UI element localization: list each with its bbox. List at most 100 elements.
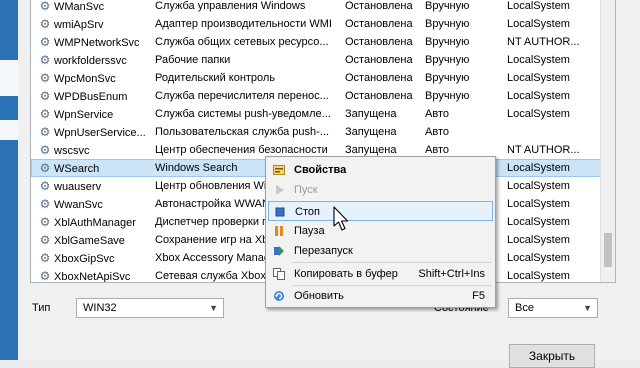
play-icon — [276, 185, 284, 195]
menu-item-properties[interactable]: Свойства — [268, 160, 493, 180]
cell-name: ⚙ XblGameSave — [39, 231, 147, 249]
cell-start: Вручную — [419, 0, 505, 15]
cell-text: workfolderssvc — [54, 55, 127, 67]
cell-name: ⚙ wscsvc — [39, 141, 147, 159]
gear-icon: ⚙ — [39, 161, 51, 175]
gear-icon: ⚙ — [39, 233, 51, 247]
table-row[interactable]: ⚙ WManSvc Служба управления Windows Останов… — [31, 0, 615, 15]
cell-text: LocalSystem — [507, 198, 570, 210]
table-row[interactable]: ⚙ WpcMonSvc Родительский контроль Остановле… — [31, 69, 615, 87]
cell-text: Рабочие папки — [155, 54, 231, 66]
cell-text: WMPNetworkSvc — [54, 37, 140, 49]
cell-account: LocalSystem — [501, 195, 603, 213]
cell-name: ⚙ WwanSvc — [39, 195, 147, 213]
state-select-value: Все — [515, 302, 534, 314]
properties-icon — [273, 165, 285, 175]
cell-start: Вручную — [419, 87, 505, 105]
cell-text: Диспетчер проверки п — [155, 216, 268, 228]
mouse-cursor-icon — [333, 206, 349, 231]
refresh-shortcut: F5 — [472, 290, 485, 302]
cell-text: Сохранение игр на Xb — [155, 234, 269, 246]
cell-desc: Родительский контроль — [149, 69, 341, 87]
cell-text: Запущена — [345, 144, 397, 156]
restart-icon — [274, 246, 284, 256]
type-select[interactable]: WIN32 ▼ — [76, 298, 224, 318]
cell-text: WwanSvc — [54, 199, 103, 211]
cell-text: Вручную — [425, 54, 470, 66]
cell-text: Родительский контроль — [155, 72, 276, 84]
copy-icon — [273, 268, 285, 280]
cell-account: LocalSystem — [501, 159, 603, 177]
cell-text: WpcMonSvc — [54, 73, 116, 85]
cell-text: Остановлена — [345, 0, 413, 12]
cell-text: WManSvc — [54, 1, 105, 13]
cell-text: Остановлена — [345, 72, 413, 84]
cell-text: Авто — [425, 108, 449, 120]
cell-text: Центр обеспечения безопасности — [155, 144, 328, 156]
cell-desc: Адаптер производительности WMI — [149, 15, 341, 33]
cell-desc: Служба перечислителя перенос... — [149, 87, 341, 105]
gear-icon: ⚙ — [39, 125, 51, 139]
cell-text: Вручную — [425, 0, 470, 12]
table-row[interactable]: ⚙ WpnService Служба системы push-уведомле.… — [31, 105, 615, 123]
cell-state: Остановлена — [339, 0, 423, 15]
cell-text: LocalSystem — [507, 234, 570, 246]
pause-icon — [275, 226, 283, 236]
cell-desc: Пользовательская служба push-... — [149, 123, 341, 141]
cell-account: LocalSystem — [501, 249, 603, 267]
vertical-scrollbar[interactable] — [600, 0, 615, 282]
menu-item-stop[interactable]: Стоп — [268, 201, 493, 221]
cell-account: LocalSystem — [501, 267, 603, 282]
cell-account: LocalSystem — [501, 0, 603, 15]
cell-text: Windows Search — [155, 162, 238, 174]
cell-text: WPDBusEnum — [54, 91, 128, 103]
cell-name: ⚙ WpnService — [39, 105, 147, 123]
gear-icon: ⚙ — [39, 197, 51, 211]
type-label: Тип — [32, 302, 51, 314]
table-row[interactable]: ⚙ workfolderssvc Рабочие папки Остановлена В… — [31, 51, 615, 69]
cell-name: ⚙ WManSvc — [39, 0, 147, 15]
cell-text: Остановлена — [345, 18, 413, 30]
table-row[interactable]: ⚙ wmiApSrv Адаптер производительности WMI О… — [31, 15, 615, 33]
state-select[interactable]: Все ▼ — [508, 298, 598, 318]
cell-text: Адаптер производительности WMI — [155, 18, 332, 30]
cell-state: Остановлена — [339, 15, 423, 33]
cell-desc: Служба системы push-уведомле... — [149, 105, 341, 123]
cell-account: LocalSystem — [501, 51, 603, 69]
cell-start: Вручную — [419, 51, 505, 69]
gear-icon: ⚙ — [39, 71, 51, 85]
table-row[interactable]: ⚙ WMPNetworkSvc Служба общих сетевых ресур… — [31, 33, 615, 51]
menu-item-restart[interactable]: Перезапуск — [268, 241, 493, 261]
cell-start: Вручную — [419, 33, 505, 51]
menu-item-refresh[interactable]: Обновить F5 — [268, 286, 493, 306]
cell-text: WpnUserService... — [54, 127, 146, 139]
cell-name: ⚙ WpcMonSvc — [39, 69, 147, 87]
cell-text: NT AUTHOR... — [507, 144, 580, 156]
cell-start: Вручную — [419, 69, 505, 87]
copy-shortcut: Shift+Ctrl+Ins — [418, 268, 485, 280]
table-row[interactable]: ⚙ WPDBusEnum Служба перечислителя перенос.… — [31, 87, 615, 105]
cell-account: NT AUTHOR... — [501, 33, 603, 51]
close-button[interactable]: Закрыть — [509, 344, 595, 368]
gear-icon: ⚙ — [39, 107, 51, 121]
cell-text: Остановлена — [345, 36, 413, 48]
cell-text: Вручную — [425, 90, 470, 102]
scrollbar-thumb[interactable] — [604, 233, 612, 267]
cell-start: Вручную — [419, 15, 505, 33]
menu-separator — [292, 262, 492, 263]
cell-text: XboxNetApiSvc — [54, 271, 131, 283]
type-select-value: WIN32 — [83, 302, 117, 314]
menu-item-copy[interactable]: Копировать в буфер Shift+Ctrl+Ins — [268, 264, 493, 284]
cell-state: Остановлена — [339, 69, 423, 87]
gear-icon: ⚙ — [39, 143, 51, 157]
menu-item-pause[interactable]: Пауза — [268, 221, 493, 241]
cell-text: Автонастройка WWAN — [155, 198, 270, 210]
cell-text: LocalSystem — [507, 162, 570, 174]
cell-text: LocalSystem — [507, 216, 570, 228]
cell-text: Запущена — [345, 126, 397, 138]
cell-text: Сетевая служба Xbox L — [155, 270, 276, 282]
cell-name: ⚙ XblAuthManager — [39, 213, 147, 231]
menu-item-start[interactable]: Пуск — [268, 180, 493, 200]
cell-text: XblGameSave — [54, 235, 125, 247]
table-row[interactable]: ⚙ WpnUserService... Пользовательская служб… — [31, 123, 615, 141]
